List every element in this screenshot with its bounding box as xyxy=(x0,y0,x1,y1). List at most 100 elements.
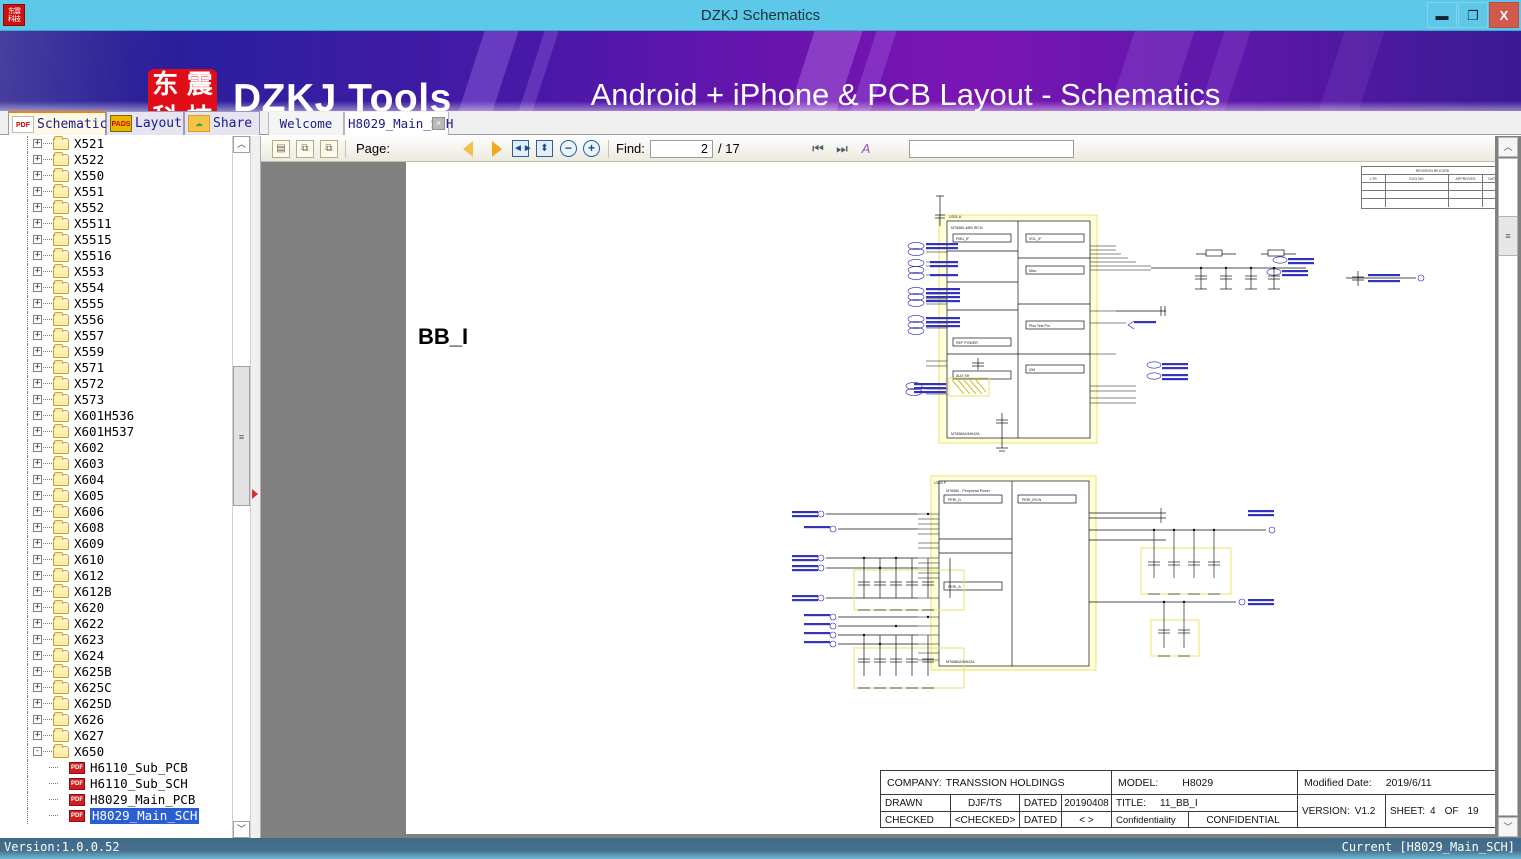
tree-item-x625d[interactable]: +X625D xyxy=(0,696,232,712)
expand-icon[interactable]: + xyxy=(33,651,42,660)
tree-item-x627[interactable]: +X627 xyxy=(0,728,232,744)
expand-icon[interactable]: + xyxy=(33,347,42,356)
tree-item-x5516[interactable]: +X5516 xyxy=(0,248,232,264)
tree-scrollbar[interactable]: ︿ ≡ ﹀ xyxy=(233,136,251,838)
tree-item-x602[interactable]: +X602 xyxy=(0,440,232,456)
expand-icon[interactable]: + xyxy=(33,235,42,244)
expand-icon[interactable]: + xyxy=(33,219,42,228)
expand-icon[interactable]: + xyxy=(33,699,42,708)
tree-item-x625b[interactable]: +X625B xyxy=(0,664,232,680)
tree-item-x612[interactable]: +X612 xyxy=(0,568,232,584)
expand-icon[interactable]: + xyxy=(33,539,42,548)
expand-icon[interactable]: + xyxy=(33,379,42,388)
find-next-icon[interactable]: ⏭ xyxy=(833,140,851,158)
tree-item-x606[interactable]: +X606 xyxy=(0,504,232,520)
tab-share[interactable]: ☁ Share xyxy=(184,111,260,135)
expand-icon[interactable]: + xyxy=(33,491,42,500)
tree-item-x550[interactable]: +X550 xyxy=(0,168,232,184)
tree-item-h8029_main_sch[interactable]: PDFH8029_Main_SCH xyxy=(0,808,232,824)
expand-icon[interactable]: + xyxy=(33,587,42,596)
expand-icon[interactable]: + xyxy=(33,555,42,564)
tree-item-x571[interactable]: +X571 xyxy=(0,360,232,376)
tree-item-x605[interactable]: +X605 xyxy=(0,488,232,504)
tree-item-x572[interactable]: +X572 xyxy=(0,376,232,392)
expand-icon[interactable]: + xyxy=(33,443,42,452)
viewer-scrollbar-track[interactable] xyxy=(1498,158,1518,816)
expand-icon[interactable]: + xyxy=(33,667,42,676)
schematic-tree[interactable]: +X521+X522+X550+X551+X552+X5511+X5515+X5… xyxy=(0,136,233,838)
tree-item-x557[interactable]: +X557 xyxy=(0,328,232,344)
scroll-down-icon[interactable]: ﹀ xyxy=(1498,817,1518,837)
tree-item-x625c[interactable]: +X625C xyxy=(0,680,232,696)
tree-item-x554[interactable]: +X554 xyxy=(0,280,232,296)
expand-icon[interactable]: + xyxy=(33,267,42,276)
expand-icon[interactable]: + xyxy=(33,411,42,420)
tree-item-x5515[interactable]: +X5515 xyxy=(0,232,232,248)
next-page-arrow-icon[interactable] xyxy=(492,141,502,157)
tree-item-x5511[interactable]: +X5511 xyxy=(0,216,232,232)
expand-icon[interactable]: + xyxy=(33,139,42,148)
tree-item-x603[interactable]: +X603 xyxy=(0,456,232,472)
expand-icon[interactable]: + xyxy=(33,283,42,292)
tree-item-x522[interactable]: +X522 xyxy=(0,152,232,168)
expand-icon[interactable]: + xyxy=(33,155,42,164)
find-previous-icon[interactable]: ⏮ xyxy=(809,140,827,158)
close-icon[interactable]: × xyxy=(432,117,445,130)
tree-item-x551[interactable]: +X551 xyxy=(0,184,232,200)
tree-item-x573[interactable]: +X573 xyxy=(0,392,232,408)
scroll-up-icon[interactable]: ︿ xyxy=(1498,137,1518,157)
page-number-input[interactable]: 2 xyxy=(650,140,713,158)
doc-tab-h8029-main-sch[interactable]: H8029_Main_SCH × xyxy=(344,112,449,135)
expand-icon[interactable]: + xyxy=(33,427,42,436)
tree-item-h6110_sub_sch[interactable]: PDFH6110_Sub_SCH xyxy=(0,776,232,792)
expand-icon[interactable]: + xyxy=(33,203,42,212)
tab-schematic[interactable]: PDF Schematic xyxy=(8,111,106,135)
zoom-out-button[interactable]: − xyxy=(560,140,577,157)
scroll-up-icon[interactable]: ︿ xyxy=(233,136,250,153)
tree-item-x555[interactable]: +X555 xyxy=(0,296,232,312)
minimize-button[interactable]: ▬ xyxy=(1427,2,1457,28)
expand-icon[interactable]: + xyxy=(33,251,42,260)
expand-icon[interactable]: + xyxy=(33,635,42,644)
expand-icon[interactable]: + xyxy=(33,187,42,196)
viewer-scrollbar-thumb[interactable]: ≡ xyxy=(1498,216,1518,256)
tree-item-x622[interactable]: +X622 xyxy=(0,616,232,632)
viewer-scrollbar[interactable]: ︿ ≡ ﹀ xyxy=(1495,136,1521,838)
pdf-viewer[interactable]: BB_I REVISION RECORD LTR ECO NO. APPROVE… xyxy=(261,162,1495,838)
copy-page-icon[interactable]: ▤ xyxy=(272,140,290,158)
tree-item-x552[interactable]: +X552 xyxy=(0,200,232,216)
tree-item-x604[interactable]: +X604 xyxy=(0,472,232,488)
tree-item-x521[interactable]: +X521 xyxy=(0,136,232,152)
tree-item-x612b[interactable]: +X612B xyxy=(0,584,232,600)
zoom-in-button[interactable]: + xyxy=(583,140,600,157)
expand-icon[interactable]: + xyxy=(33,331,42,340)
collapse-icon[interactable]: - xyxy=(33,747,42,756)
expand-icon[interactable]: + xyxy=(33,683,42,692)
tree-item-h6110_sub_pcb[interactable]: PDFH6110_Sub_PCB xyxy=(0,760,232,776)
tree-item-x553[interactable]: +X553 xyxy=(0,264,232,280)
expand-icon[interactable]: + xyxy=(33,715,42,724)
tree-item-h8029_main_pcb[interactable]: PDFH8029_Main_PCB xyxy=(0,792,232,808)
splitter-handle-icon[interactable] xyxy=(252,489,258,499)
match-case-icon[interactable]: A xyxy=(857,140,875,158)
insert-page-icon[interactable]: ⧉ xyxy=(320,140,338,158)
expand-icon[interactable]: + xyxy=(33,507,42,516)
panel-splitter[interactable] xyxy=(251,136,261,838)
close-button[interactable]: X xyxy=(1489,2,1519,28)
tree-item-x626[interactable]: +X626 xyxy=(0,712,232,728)
previous-page-arrow-icon[interactable] xyxy=(463,141,473,157)
tree-item-x608[interactable]: +X608 xyxy=(0,520,232,536)
expand-icon[interactable]: + xyxy=(33,363,42,372)
expand-icon[interactable]: + xyxy=(33,171,42,180)
tree-item-x650[interactable]: -X650 xyxy=(0,744,232,760)
tree-item-x610[interactable]: +X610 xyxy=(0,552,232,568)
tree-item-x620[interactable]: +X620 xyxy=(0,600,232,616)
expand-icon[interactable]: + xyxy=(33,731,42,740)
expand-icon[interactable]: + xyxy=(33,395,42,404)
expand-icon[interactable]: + xyxy=(33,603,42,612)
tree-item-x609[interactable]: +X609 xyxy=(0,536,232,552)
expand-icon[interactable]: + xyxy=(33,459,42,468)
extract-page-icon[interactable]: ⧉ xyxy=(296,140,314,158)
tree-item-x556[interactable]: +X556 xyxy=(0,312,232,328)
tree-item-x623[interactable]: +X623 xyxy=(0,632,232,648)
